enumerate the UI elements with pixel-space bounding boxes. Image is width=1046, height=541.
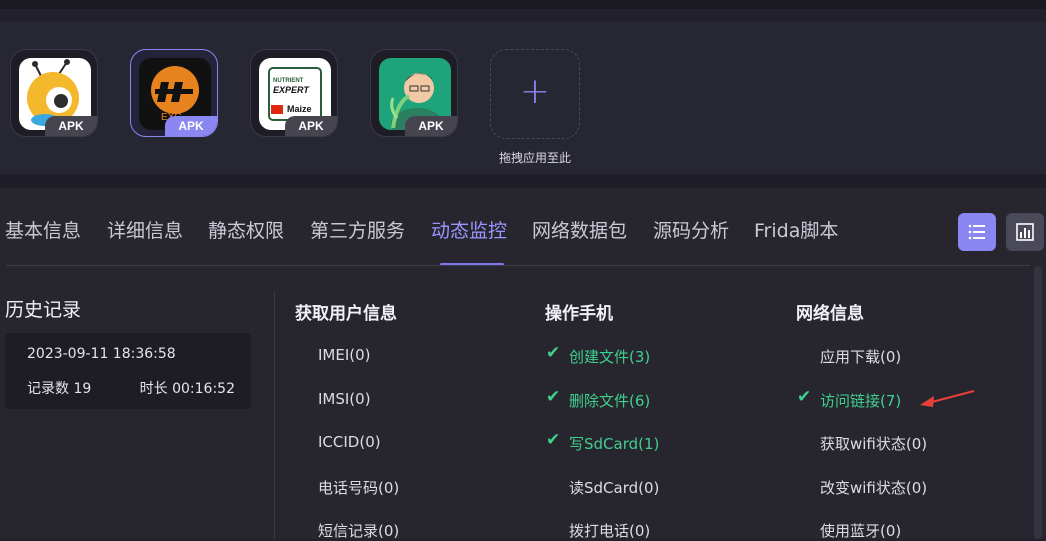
monitor-item[interactable]: 应用下载(0) [820, 346, 901, 367]
monitor-item[interactable]: 写SdCard(1) [569, 433, 659, 454]
top-bar [0, 0, 1046, 9]
check-icon: ✔ [546, 387, 561, 407]
top-separator [0, 9, 1046, 22]
tab-basic-info[interactable]: 基本信息 [5, 216, 81, 243]
monitor-item[interactable]: 短信记录(0) [318, 520, 399, 541]
apk-badge: APK [285, 116, 337, 136]
scrollbar[interactable] [1034, 266, 1042, 539]
history-date: 2023-09-11 18:36:58 [27, 346, 176, 362]
history-record-card[interactable]: 2023-09-11 18:36:58 记录数 19 时长 00:16:52 [5, 333, 251, 409]
app-strip: APK EXC APK NUTRIENT EXPERT Maize APK [0, 22, 1046, 174]
apk-badge: APK [405, 116, 457, 136]
main-panel: 基本信息 详细信息 静态权限 第三方服务 动态监控 网络数据包 源码分析 Fri… [0, 188, 1046, 541]
app-tile-ant[interactable]: APK [10, 49, 98, 137]
column-title-phone-ops: 操作手机 [545, 304, 613, 324]
section-band [0, 174, 1046, 188]
tab-frida-script[interactable]: Frida脚本 [754, 216, 838, 243]
vertical-divider [274, 291, 275, 539]
column-title-network-info: 网络信息 [796, 304, 864, 324]
app-tile-excel[interactable]: EXC APK [130, 49, 218, 137]
check-icon: ✔ [546, 343, 561, 363]
apk-badge: APK [165, 116, 217, 136]
apk-badge: APK [45, 116, 97, 136]
tab-third-party[interactable]: 第三方服务 [310, 216, 405, 243]
icon-text-nutrient: NUTRIENT [273, 78, 304, 84]
monitor-item[interactable]: 使用蓝牙(0) [820, 520, 901, 541]
add-app-dropzone[interactable]: + [490, 49, 580, 139]
chart-view-button[interactable] [1006, 213, 1044, 251]
monitor-item[interactable]: 访问链接(7) [820, 390, 901, 411]
monitor-item[interactable]: 改变wifi状态(0) [820, 477, 927, 498]
red-arrow-annotation [920, 390, 975, 407]
monitor-item[interactable]: IMEI(0) [318, 346, 371, 364]
monitor-item[interactable]: 读SdCard(0) [569, 477, 659, 498]
monitor-item[interactable]: 获取wifi状态(0) [820, 433, 927, 454]
app-tile-farmer[interactable]: APK [370, 49, 458, 137]
list-icon [968, 224, 985, 240]
plus-icon: + [519, 71, 551, 112]
list-view-button[interactable] [958, 213, 996, 251]
add-app-label: 拖拽应用至此 [498, 151, 571, 165]
monitor-item[interactable]: 拨打电话(0) [569, 520, 650, 541]
check-icon: ✔ [797, 387, 812, 407]
monitor-item[interactable]: 电话号码(0) [318, 477, 399, 498]
icon-text-expert: EXPERT [273, 85, 309, 95]
monitor-item[interactable]: 删除文件(6) [569, 390, 650, 411]
icon-text-maize: Maize [287, 104, 312, 114]
history-duration: 时长 00:16:52 [139, 381, 235, 397]
tab-network-packets[interactable]: 网络数据包 [532, 216, 627, 243]
monitor-item[interactable]: ICCID(0) [318, 433, 381, 451]
tab-source-analysis[interactable]: 源码分析 [653, 216, 729, 243]
history-title: 历史记录 [5, 299, 82, 321]
app-tile-nutrient-expert[interactable]: NUTRIENT EXPERT Maize APK [250, 49, 338, 137]
monitor-item[interactable]: IMSI(0) [318, 390, 371, 408]
monitor-item[interactable]: 创建文件(3) [569, 346, 650, 367]
tab-dynamic-monitor[interactable]: 动态监控 [431, 216, 507, 243]
check-icon: ✔ [546, 430, 561, 450]
tab-detail-info[interactable]: 详细信息 [107, 216, 183, 243]
history-count: 记录数 19 [27, 381, 92, 397]
tab-static-permissions[interactable]: 静态权限 [208, 216, 284, 243]
tabs-divider [6, 265, 1030, 266]
column-title-user-info: 获取用户信息 [295, 304, 397, 324]
bar-chart-icon [1016, 223, 1034, 241]
